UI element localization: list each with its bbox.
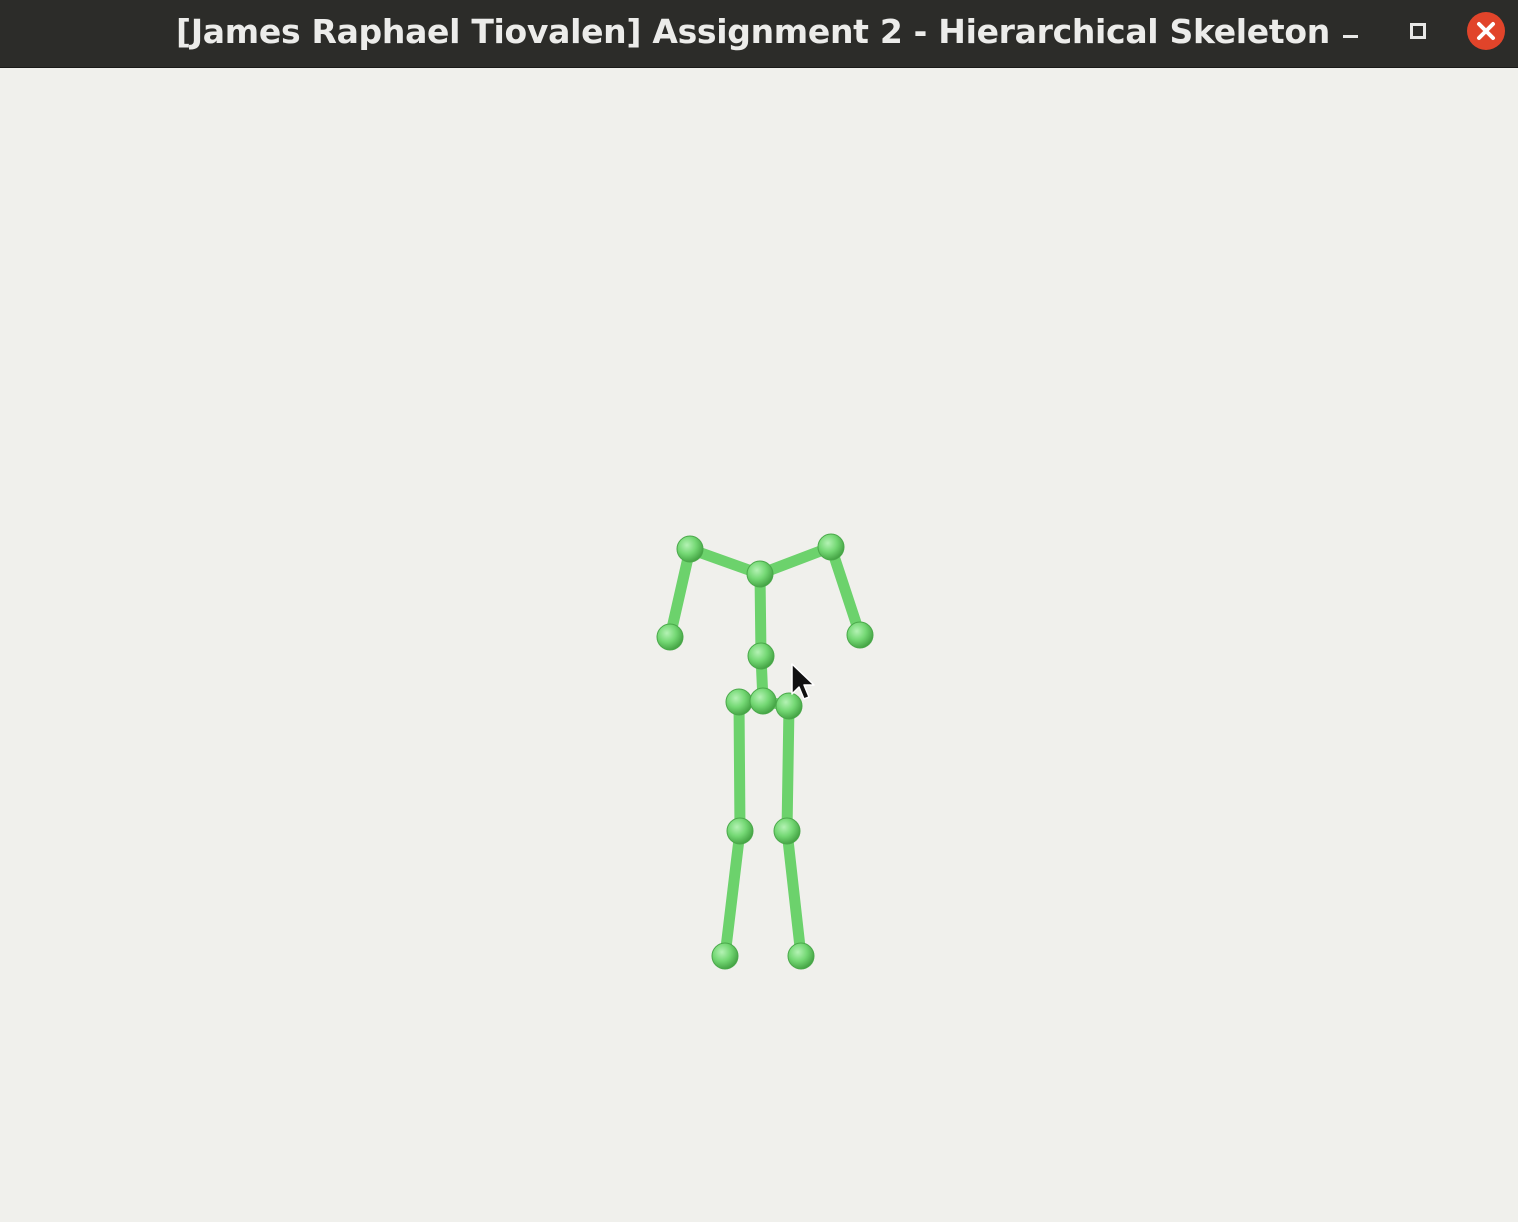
joint-right-hand (846, 621, 874, 649)
joint-right-hip (775, 692, 803, 720)
joint-right-shoulder (817, 533, 845, 561)
close-button[interactable] (1467, 12, 1505, 50)
joint-left-hand (656, 623, 684, 651)
joint-pelvis (749, 687, 777, 715)
joint-spine (747, 642, 775, 670)
bone-left-arm (664, 543, 696, 643)
skeleton-figure[interactable] (0, 68, 1518, 1222)
joint-right-knee (773, 817, 801, 845)
title-bar[interactable]: [James Raphael Tiovalen] Assignment 2 - … (0, 0, 1518, 68)
joint-left-hip (725, 688, 753, 716)
minimize-button[interactable] (1338, 20, 1366, 46)
maximize-button[interactable] (1404, 16, 1432, 44)
bone-left-thigh (733, 696, 746, 837)
joint-left-knee (726, 817, 754, 845)
window-title: [James Raphael Tiovalen] Assignment 2 - … (176, 12, 1330, 51)
bone-right-shin (781, 825, 807, 962)
joint-left-foot (711, 942, 739, 970)
bone-right-arm (825, 541, 866, 641)
joint-left-shoulder (676, 535, 704, 563)
close-icon (1477, 22, 1495, 40)
render-viewport[interactable] (0, 68, 1518, 1222)
joint-right-foot (787, 942, 815, 970)
bone-left-shin (719, 825, 746, 962)
application-window: [James Raphael Tiovalen] Assignment 2 - … (0, 0, 1518, 1222)
bone-right-thigh (781, 700, 795, 837)
joint-neck (746, 560, 774, 588)
bones (664, 541, 866, 962)
